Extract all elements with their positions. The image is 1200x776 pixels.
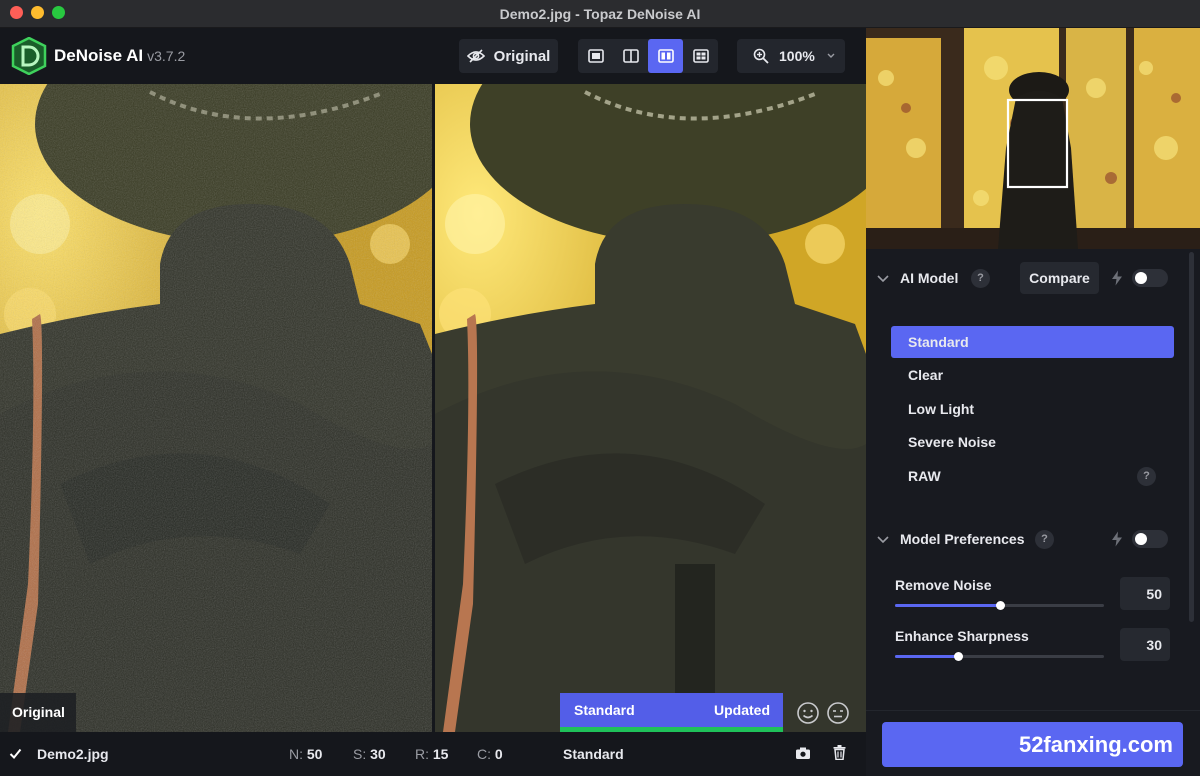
zoom-in-icon <box>753 48 769 64</box>
settings-sidebar: AI Model ? Compare Standard Clear Low Li… <box>866 28 1200 776</box>
eye-off-icon <box>466 49 485 63</box>
minimize-window-button[interactable] <box>31 6 44 19</box>
model-option-low-light[interactable]: Low Light <box>891 393 1174 425</box>
save-image-button[interactable]: 52fanxing.com <box>882 722 1183 767</box>
auto-preferences-toggle[interactable] <box>1132 530 1168 548</box>
file-status-bar: Demo2.jpg N: 50 S: 30 R: 15 C: 0 Standar… <box>0 732 866 776</box>
navigator-photo <box>866 28 1200 249</box>
view-mode-group <box>578 39 718 73</box>
neutral-feedback-icon[interactable] <box>826 701 850 725</box>
window-controls <box>10 6 65 19</box>
window-title: Demo2.jpg - Topaz DeNoise AI <box>499 5 701 22</box>
camera-icon[interactable] <box>795 747 811 760</box>
remove-noise-slider[interactable] <box>895 601 1104 610</box>
sidebar-separator <box>866 710 1200 711</box>
model-label: Low Light <box>908 400 975 417</box>
toggle-knob <box>1135 533 1147 545</box>
processing-status-bar: Standard Updated <box>560 693 783 732</box>
enhance-sharpness-slider[interactable] <box>895 652 1104 661</box>
maximize-window-button[interactable] <box>52 6 65 19</box>
recover-key: R: <box>415 746 429 762</box>
view-side-by-side-button[interactable] <box>648 39 683 73</box>
smile-feedback-icon[interactable] <box>796 701 820 725</box>
ai-model-section-header[interactable]: AI Model ? Compare <box>866 262 1200 294</box>
sharpness-value: 30 <box>370 746 386 762</box>
original-photo <box>0 84 432 732</box>
compare-button[interactable]: Compare <box>1020 262 1099 294</box>
recover-readout: R: 15 <box>415 746 448 762</box>
raw-help-icon[interactable]: ? <box>1137 466 1156 486</box>
slider-fill <box>895 655 958 658</box>
close-window-button[interactable] <box>10 6 23 19</box>
toggle-knob <box>1135 272 1147 284</box>
noise-key: N: <box>289 746 303 762</box>
enhance-sharpness-label: Enhance Sharpness <box>895 628 1029 644</box>
single-view-icon <box>587 49 604 63</box>
chevron-down-icon <box>827 53 835 58</box>
sidebar-scrollbar[interactable] <box>1189 252 1194 622</box>
side-by-side-icon <box>657 49 674 63</box>
slider-handle[interactable] <box>953 652 963 661</box>
show-original-button[interactable]: Original <box>459 39 558 73</box>
show-original-label: Original <box>493 47 551 65</box>
lightning-icon <box>1112 270 1122 286</box>
noise-value: 50 <box>306 746 323 762</box>
color-readout: C: 0 <box>477 746 503 762</box>
model-option-raw[interactable]: RAW ? <box>891 460 1174 492</box>
processed-image-panel[interactable] <box>435 84 866 732</box>
chevron-down-icon <box>877 536 889 544</box>
view-grid-button[interactable] <box>683 39 718 73</box>
model-label: Severe Noise <box>908 434 996 451</box>
zoom-value: 100% <box>779 48 815 64</box>
chevron-down-icon <box>877 275 889 283</box>
remove-noise-label: Remove Noise <box>895 577 992 593</box>
color-key: C: <box>477 746 491 762</box>
status-text: Updated <box>714 702 770 718</box>
file-name[interactable]: Demo2.jpg <box>37 746 109 762</box>
trash-icon[interactable] <box>833 745 846 760</box>
split-view-icon <box>622 49 639 63</box>
processed-photo <box>435 84 866 732</box>
title-bar: Demo2.jpg - Topaz DeNoise AI <box>0 0 1200 28</box>
slider-fill <box>895 604 1000 607</box>
model-option-standard[interactable]: Standard <box>891 326 1174 358</box>
ai-model-help-icon[interactable]: ? <box>971 268 990 288</box>
status-model-name: Standard <box>574 702 635 718</box>
denoise-logo-icon <box>11 37 47 75</box>
grid-view-icon <box>692 49 709 63</box>
model-preferences-title: Model Preferences <box>900 531 1025 547</box>
watermark-text: 52fanxing.com <box>1018 731 1173 757</box>
slider-handle[interactable] <box>995 601 1005 610</box>
checkmark-icon[interactable] <box>9 747 22 760</box>
view-single-button[interactable] <box>578 39 613 73</box>
ai-model-title: AI Model <box>900 270 959 286</box>
auto-model-toggle[interactable] <box>1132 269 1168 287</box>
color-value: 0 <box>494 746 503 762</box>
model-preferences-section-header[interactable]: Model Preferences ? <box>866 523 1200 555</box>
model-label: Clear <box>908 367 944 384</box>
app-version: v3.7.2 <box>147 48 186 64</box>
sharpness-key: S: <box>353 746 367 762</box>
model-label: RAW <box>908 467 941 484</box>
view-split-button[interactable] <box>613 39 648 73</box>
enhance-sharpness-value-input[interactable]: 30 <box>1120 628 1170 661</box>
remove-noise-value-input[interactable]: 50 <box>1120 577 1170 610</box>
model-label: Standard <box>908 334 969 350</box>
app-name: DeNoise AI v3.7.2 <box>54 46 185 66</box>
main-toolbar: DeNoise AI v3.7.2 Original 100% <box>0 28 866 84</box>
model-list: Standard Clear Low Light Severe Noise RA… <box>891 326 1174 493</box>
preferences-help-icon[interactable]: ? <box>1035 529 1054 549</box>
noise-readout: N: 50 <box>289 746 322 762</box>
original-label: Original <box>0 693 76 732</box>
zoom-dropdown[interactable]: 100% <box>737 39 845 73</box>
sharpness-readout: S: 30 <box>353 746 386 762</box>
model-option-severe-noise[interactable]: Severe Noise <box>891 426 1174 458</box>
navigator-thumbnail[interactable] <box>866 28 1200 249</box>
model-option-clear[interactable]: Clear <box>891 359 1174 391</box>
bottom-model-name: Standard <box>563 746 624 762</box>
recover-value: 15 <box>432 746 449 762</box>
app-name-text: DeNoise AI <box>54 46 144 65</box>
original-image-panel[interactable] <box>0 84 432 732</box>
lightning-icon <box>1112 531 1122 547</box>
